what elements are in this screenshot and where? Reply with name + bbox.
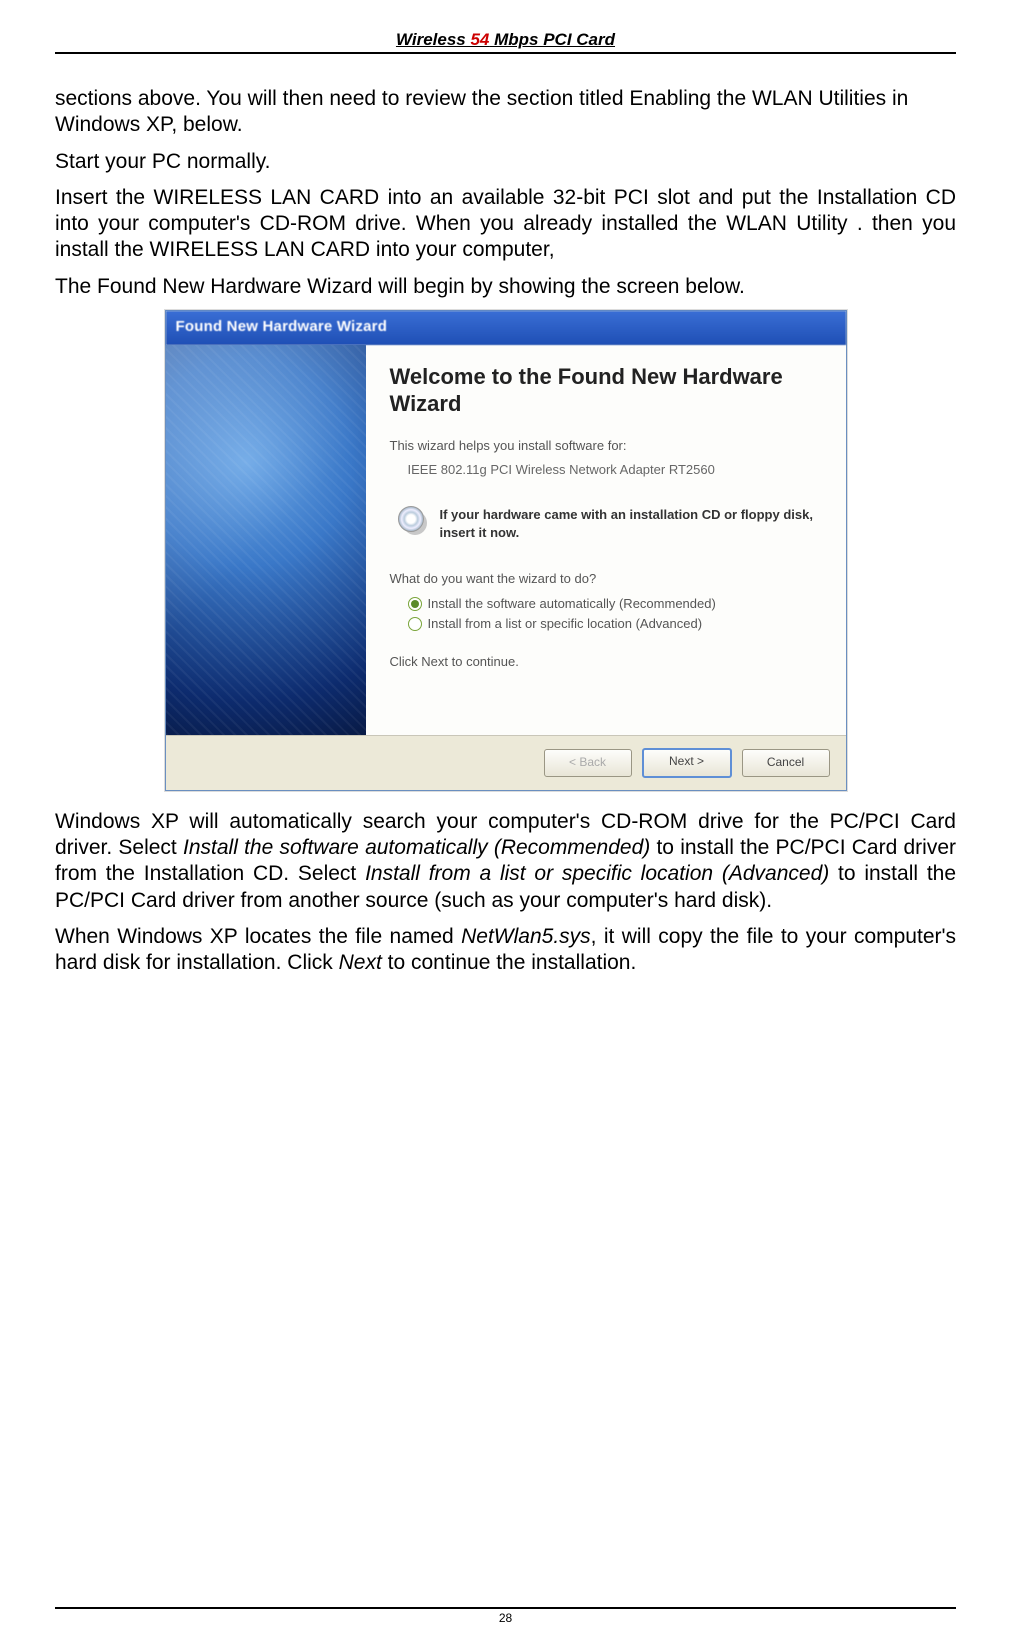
paragraph-5: Windows XP will automatically search you… [55,809,956,914]
wizard-helps-text: This wizard helps you install software f… [390,438,820,454]
p6-italic-1: NetWlan5.sys [461,925,591,948]
wizard-heading: Welcome to the Found New Hardware Wizard [390,363,820,418]
header-red: 54 [470,30,489,49]
wizard-click-next-text: Click Next to continue. [390,654,820,670]
header-prefix: Wireless [396,30,471,49]
page-number: 28 [499,1611,512,1625]
page-header: Wireless 54 Mbps PCI Card [55,30,956,54]
wizard-device-name: IEEE 802.11g PCI Wireless Network Adapte… [408,462,820,478]
document-page: Wireless 54 Mbps PCI Card sections above… [0,0,1011,1649]
wizard-question: What do you want the wizard to do? [390,571,820,587]
cd-icon [396,506,430,534]
radio-dot-icon [408,597,422,611]
page-footer: 28 [55,1607,956,1625]
radio-install-auto-label: Install the software automatically (Reco… [428,596,716,612]
paragraph-2: Start your PC normally. [55,149,956,175]
wizard-screenshot: Found New Hardware Wizard Welcome to the… [55,310,956,791]
cancel-button[interactable]: Cancel [742,749,830,777]
p6-seg-a: When Windows XP locates the file named [55,925,461,948]
radio-install-list-label: Install from a list or specific location… [428,616,703,632]
radio-install-auto[interactable]: Install the software automatically (Reco… [408,596,820,612]
next-button[interactable]: Next > [642,748,732,778]
found-new-hardware-wizard-window: Found New Hardware Wizard Welcome to the… [165,310,847,791]
wizard-body: Welcome to the Found New Hardware Wizard… [166,345,846,735]
p6-italic-2: Next [339,951,382,974]
wizard-titlebar: Found New Hardware Wizard [166,311,846,345]
wizard-cd-row: If your hardware came with an installati… [396,506,820,541]
wizard-button-row: < Back Next > Cancel [166,735,846,790]
radio-dot-icon [408,617,422,631]
back-button[interactable]: < Back [544,749,632,777]
wizard-sidebar-graphic [166,345,366,735]
wizard-insert-cd-text: If your hardware came with an installati… [440,506,820,541]
paragraph-6: When Windows XP locates the file named N… [55,924,956,977]
radio-install-list[interactable]: Install from a list or specific location… [408,616,820,632]
p5-italic-2: Install from a list or specific location… [365,862,829,885]
header-suffix: Mbps PCI Card [489,30,615,49]
paragraph-4: The Found New Hardware Wizard will begin… [55,274,956,300]
p5-italic-1: Install the software automatically (Reco… [183,836,650,859]
p6-seg-e: to continue the installation. [382,951,637,974]
paragraph-1: sections above. You will then need to re… [55,86,956,139]
wizard-content: Welcome to the Found New Hardware Wizard… [366,345,846,735]
wizard-options: Install the software automatically (Reco… [408,596,820,633]
paragraph-3: Insert the WIRELESS LAN CARD into an ava… [55,185,956,264]
body-text: sections above. You will then need to re… [55,86,956,976]
